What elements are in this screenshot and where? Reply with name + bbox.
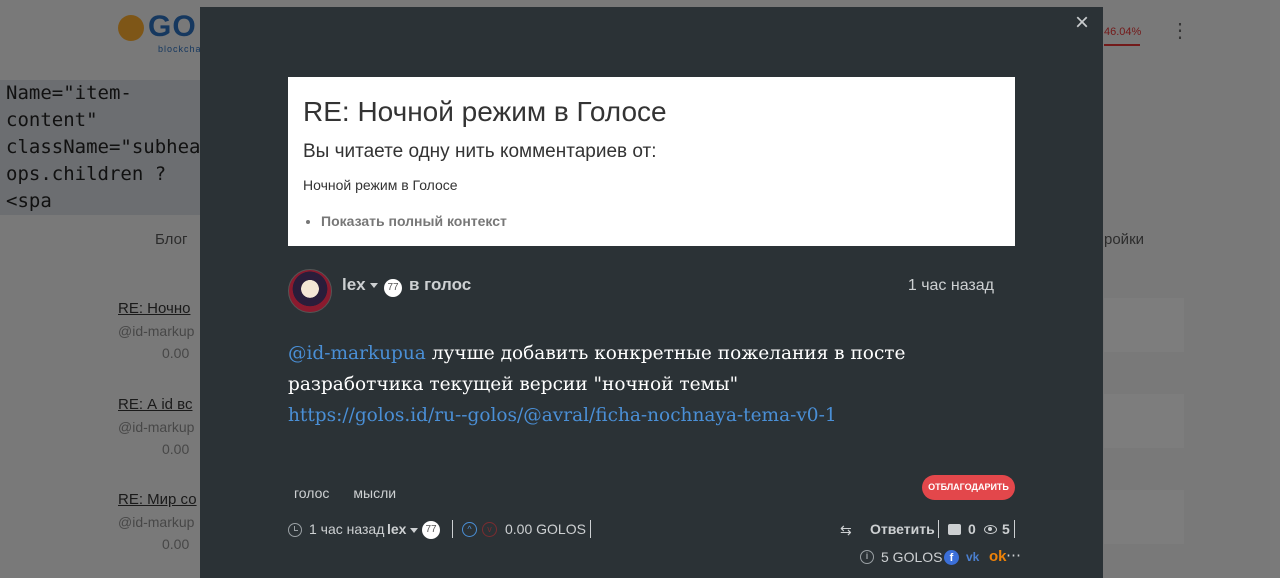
divider [1014,520,1015,538]
upvote-icon[interactable]: ^ [462,522,477,537]
post-header: lex 77 в голос 1 час назад [288,269,994,313]
chevron-down-icon[interactable] [410,527,419,533]
divider [938,520,939,538]
facebook-icon[interactable]: f [944,550,959,565]
tag-item[interactable]: мысли [347,483,402,503]
context-list: Показать полный контекст [303,213,1000,229]
footer-author[interactable]: lex [387,521,419,537]
thread-subtitle: Вы читаете одну нить комментариев от: [303,141,657,162]
chevron-down-icon[interactable] [369,283,378,289]
reputation-badge: 77 [384,279,402,297]
info-icon[interactable]: i [860,550,874,564]
post-modal: × RE: Ночной режим в Голосе Вы читаете о… [200,7,1103,578]
divider [452,520,453,538]
view-count: 5 [1002,521,1010,537]
parent-post-title: Ночной режим в Голосе [303,177,458,193]
downvote-icon[interactable]: v [482,522,497,537]
comment-count: 0 [968,521,976,537]
payout-amount: 5 GOLOS [881,549,943,565]
comment-icon [948,524,961,535]
post-link[interactable]: https://golos.id/ru--golos/@avral/ficha-… [288,405,837,426]
post-category[interactable]: в голос [409,275,471,295]
vote-amount: 0.00 GOLOS [505,521,586,537]
vk-icon[interactable]: vk [966,550,979,564]
post-body: @id-markupua лучше добавить конкретные п… [288,338,1008,431]
thread-title: RE: Ночной режим в Голосе [303,96,667,127]
tag-item[interactable]: голос [288,483,335,503]
reputation-badge: 77 [422,521,440,539]
avatar[interactable] [288,269,332,313]
odnoklassniki-icon[interactable]: ok [989,548,1007,565]
tag-list: голос мысли [288,483,414,503]
post-footer: 1 час назад lex 77 ^ v 0.00 GOLOS ⇆ Отве… [288,519,1015,541]
show-full-context-link[interactable]: Показать полный контекст [321,213,1000,229]
close-icon[interactable]: × [1075,11,1089,35]
clock-icon [288,523,302,537]
post-time: 1 час назад [907,277,994,294]
reply-arrow-icon[interactable]: ⇆ [840,522,852,539]
thread-context-box: RE: Ночной режим в Голосе Вы читаете одн… [288,77,1015,246]
mention-link[interactable]: @id-markupua [288,343,426,364]
more-icon[interactable]: ⋯ [1006,546,1021,564]
author-name[interactable]: lex [342,275,378,295]
footer-time: 1 час назад [309,521,385,537]
divider [590,520,591,538]
eye-icon [984,525,997,534]
reply-button[interactable]: Ответить [870,521,935,537]
thank-button[interactable]: ОТБЛАГОДАРИТЬ [922,475,1015,500]
payout-and-share: i 5 GOLOS f vk ok ⋯ [860,546,1021,568]
